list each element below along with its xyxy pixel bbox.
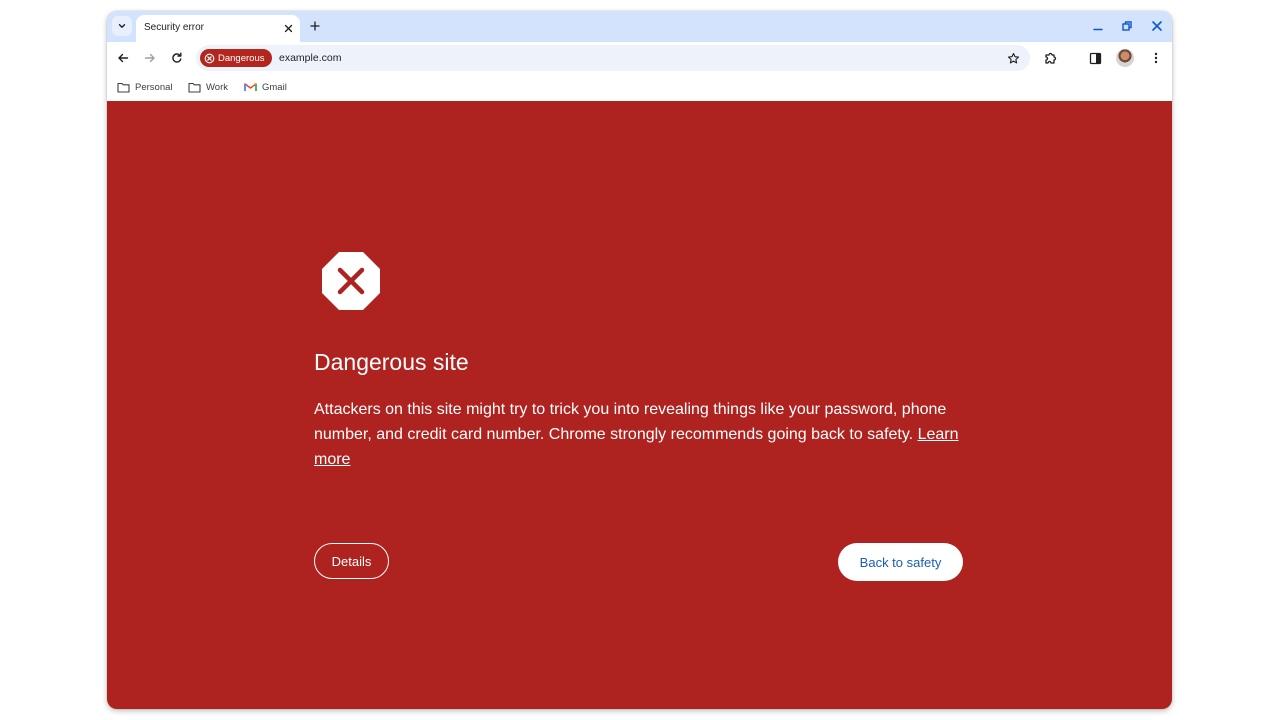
star-icon [1007, 52, 1019, 63]
side-panel-icon [1089, 52, 1101, 64]
minimize-button[interactable] [1091, 19, 1105, 33]
tab-close-button[interactable] [282, 22, 294, 34]
arrow-left-icon [118, 53, 129, 63]
page-title: Dangerous site [314, 349, 469, 375]
bookmark-label: Work [206, 81, 228, 93]
browser-window: Security error Dangerous example.com Per… [107, 11, 1172, 709]
tab-search-button[interactable] [112, 16, 132, 36]
bookmark-label: Gmail [262, 81, 287, 93]
tab-security-error[interactable]: Security error [136, 15, 300, 42]
bookmark-personal[interactable]: Personal [117, 80, 173, 94]
warning-circle-icon [204, 53, 215, 63]
dangerous-site-chip[interactable]: Dangerous [200, 49, 273, 67]
bookmark-work[interactable]: Work [188, 80, 228, 94]
warning-text: Attackers on this site might try to tric… [314, 401, 947, 443]
new-tab-button[interactable] [308, 19, 322, 33]
side-panel-button[interactable] [1087, 50, 1103, 66]
tab-title: Security error [144, 22, 205, 33]
plus-icon [310, 21, 320, 31]
arrow-right-icon [144, 53, 155, 63]
restore-icon [1122, 21, 1132, 31]
bookmark-star-button[interactable] [1006, 51, 1020, 65]
close-icon [284, 24, 292, 32]
details-button[interactable]: Details [314, 543, 389, 579]
back-to-safety-button[interactable]: Back to safety [838, 543, 963, 581]
bookmarks-bar: Personal Work Gmail [107, 74, 1172, 101]
gmail-icon [244, 82, 257, 91]
profile-avatar[interactable] [1116, 49, 1134, 67]
reload-button[interactable] [169, 50, 185, 66]
address-bar[interactable]: Dangerous example.com [196, 45, 1030, 71]
puzzle-icon [1045, 52, 1057, 64]
dangerous-chip-label: Dangerous [218, 52, 265, 64]
toolbar: Dangerous example.com [107, 42, 1172, 74]
minimize-icon [1093, 28, 1103, 31]
warning-description: Attackers on this site might try to tric… [314, 397, 964, 472]
folder-icon [188, 82, 201, 93]
more-vertical-icon [1154, 52, 1158, 64]
chevron-down-icon [118, 24, 126, 28]
close-icon [1152, 21, 1162, 31]
menu-button[interactable] [1148, 50, 1164, 66]
tab-strip: Security error [107, 11, 1172, 42]
url-text[interactable]: example.com [279, 52, 341, 64]
dangerous-site-interstitial: Dangerous site Attackers on this site mi… [107, 101, 1172, 709]
reload-icon [172, 52, 182, 63]
danger-stop-icon [322, 252, 380, 310]
bookmark-gmail[interactable]: Gmail [244, 80, 287, 94]
close-window-button[interactable] [1150, 19, 1164, 33]
bookmark-label: Personal [135, 81, 173, 93]
extensions-button[interactable] [1043, 50, 1059, 66]
restore-button[interactable] [1120, 19, 1134, 33]
folder-icon [117, 82, 130, 93]
back-button[interactable] [115, 50, 131, 66]
forward-button[interactable] [142, 50, 158, 66]
